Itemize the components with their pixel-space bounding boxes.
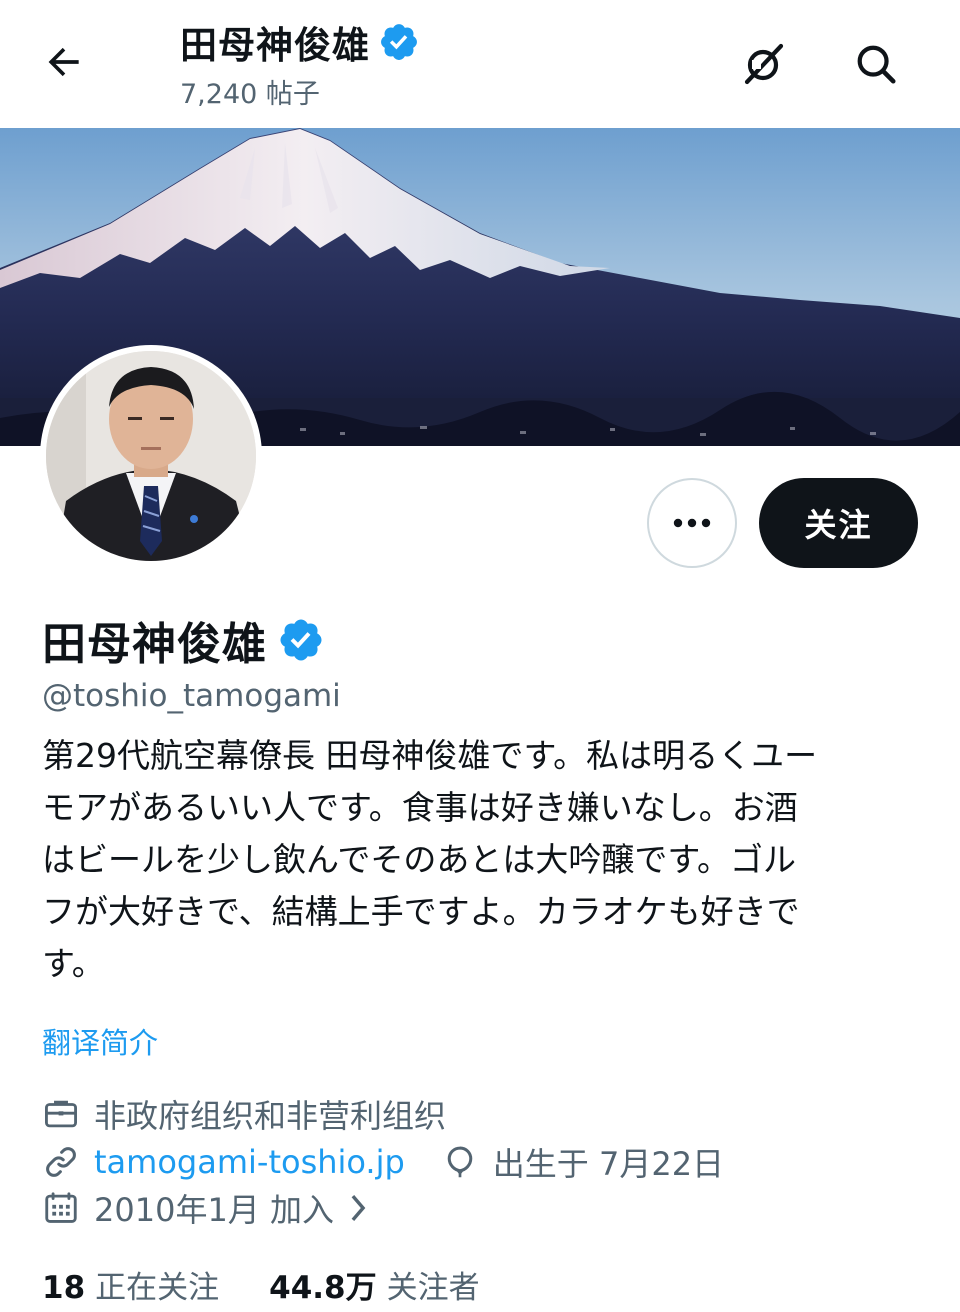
profile-birthday: 出生于 7月22日: [441, 1139, 724, 1185]
more-horizontal-icon: [673, 518, 711, 528]
search-button[interactable]: [848, 36, 904, 92]
calendar-icon: [45, 1192, 77, 1223]
followers-stat[interactable]: 44.8万 关注者: [269, 1262, 480, 1307]
bio-line: 第29代航空幕僚長 田母神俊雄です。私は明るくユー: [42, 736, 818, 775]
followers-count: 44.8万: [269, 1270, 377, 1306]
category-text: 非政府组织和非营利组织: [94, 1097, 447, 1135]
header-posts-count: 7,240 帖子: [180, 79, 320, 110]
link-icon: [46, 1147, 76, 1177]
follow-button[interactable]: 关注: [759, 478, 918, 568]
follow-stats: 18 正在关注 44.8万 关注者: [42, 1262, 480, 1307]
more-options-button[interactable]: [647, 478, 737, 568]
profile-joined[interactable]: 2010年1月 加入: [42, 1184, 370, 1232]
joined-text: 2010年1月 加入: [94, 1191, 334, 1229]
profile-display-name: 田母神俊雄: [42, 619, 267, 670]
avatar-portrait: [46, 351, 256, 561]
grok-icon: [744, 43, 784, 85]
header-titles: 田母神俊雄 7,240 帖子: [180, 14, 420, 111]
profile-avatar[interactable]: [40, 345, 262, 567]
profile-name-row: 田母神俊雄: [42, 608, 325, 672]
profile-handle: @toshio_tamogami: [42, 678, 341, 714]
bio-line: フが大好きで、結構上手ですよ。カラオケも好きで: [42, 892, 800, 931]
grok-button[interactable]: [736, 36, 792, 92]
followers-label: 关注者: [386, 1270, 480, 1306]
verified-badge-icon: [381, 24, 417, 60]
website-link[interactable]: tamogami-toshio.jp: [94, 1143, 405, 1181]
translate-bio-link[interactable]: 翻译简介: [42, 1020, 158, 1062]
profile-website-birthday-row: tamogami-toshio.jp 出生于 7月22日: [42, 1138, 724, 1186]
bio-line: モアがあるいい人です。食事は好き嫌いなし。お酒: [42, 788, 798, 827]
chevron-right-icon: [351, 1194, 366, 1222]
search-icon: [857, 45, 896, 84]
profile-bio: 第29代航空幕僚長 田母神俊雄です。私は明るくユー モアがあるいい人です。食事は…: [42, 730, 922, 990]
verified-badge-icon[interactable]: [277, 616, 325, 664]
back-button[interactable]: [40, 38, 88, 86]
arrow-left-icon: [48, 47, 79, 77]
following-count: 18: [42, 1270, 86, 1306]
bio-line: す。: [42, 944, 105, 983]
bio-line: はビールを少し飲んでそのあとは大吟醸です。ゴル: [42, 840, 797, 879]
balloon-icon: [447, 1146, 473, 1178]
header-display-name: 田母神俊雄: [180, 24, 370, 67]
briefcase-icon: [45, 1100, 77, 1128]
following-label: 正在关注: [95, 1270, 220, 1306]
following-stat[interactable]: 18 正在关注: [42, 1262, 219, 1307]
profile-header-bar: 田母神俊雄 7,240 帖子: [0, 0, 960, 128]
birthday-text: 出生于 7月22日: [492, 1145, 725, 1183]
profile-category: 非政府组织和非营利组织: [42, 1090, 446, 1138]
profile-website: tamogami-toshio.jp: [42, 1143, 405, 1181]
